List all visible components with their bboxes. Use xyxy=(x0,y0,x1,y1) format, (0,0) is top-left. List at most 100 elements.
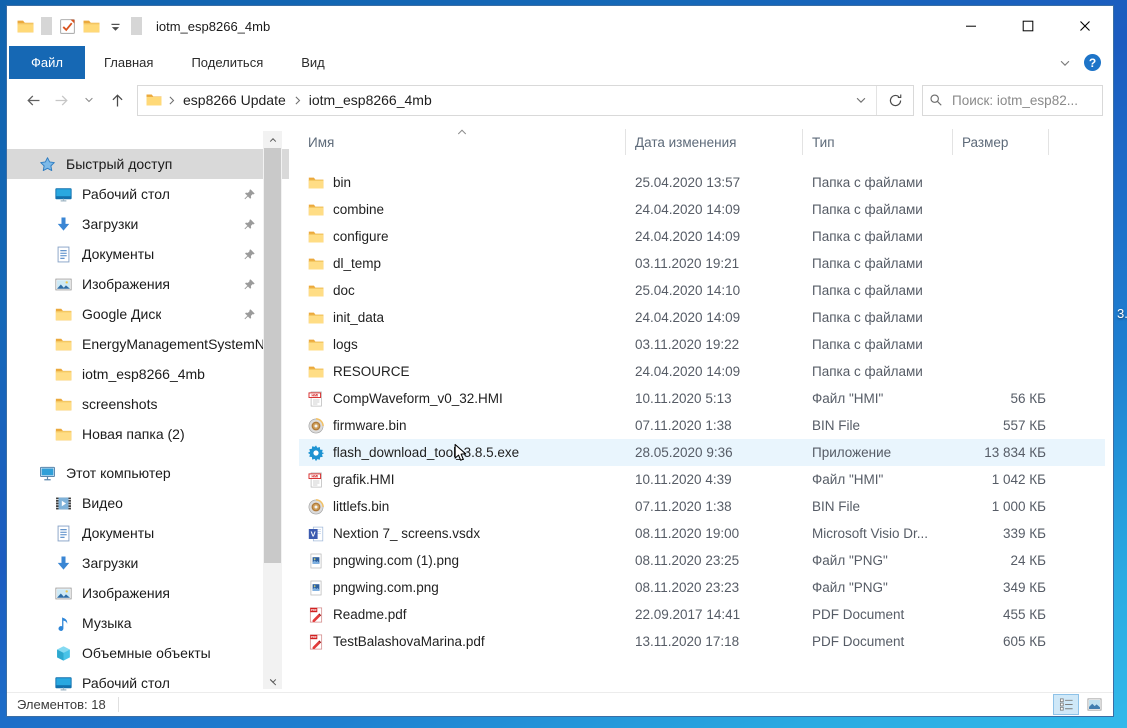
file-row[interactable]: pngwing.com (1).png08.11.2020 23:25Файл … xyxy=(299,547,1105,574)
sidebar-item[interactable]: Google Диск xyxy=(7,299,289,329)
file-type: Папка с файлами xyxy=(803,337,953,352)
downloads-icon xyxy=(55,555,72,572)
file-name: CompWaveform_v0_32.HMI xyxy=(333,391,503,406)
sidebar-item[interactable]: Объемные объекты xyxy=(7,638,289,668)
file-name: dl_temp xyxy=(333,256,381,271)
file-type: Папка с файлами xyxy=(803,364,953,379)
computer-icon xyxy=(39,465,56,482)
3d-objects-icon xyxy=(55,645,72,662)
file-row[interactable]: firmware.bin07.11.2020 1:38BIN File557 К… xyxy=(299,412,1105,439)
folder-icon xyxy=(55,396,72,413)
help-button[interactable]: ? xyxy=(1084,54,1101,71)
scrollbar-thumb[interactable] xyxy=(264,148,281,563)
sidebar-item[interactable]: iotm_esp8266_4mb xyxy=(7,359,289,389)
file-row[interactable]: doc25.04.2020 14:10Папка с файлами xyxy=(299,277,1105,304)
sidebar-item[interactable]: Загрузки xyxy=(7,548,289,578)
breadcrumb-segment[interactable]: esp8266 Update xyxy=(181,92,288,108)
qat-customize-dropdown-icon[interactable] xyxy=(107,18,124,35)
minimize-button[interactable] xyxy=(942,6,999,46)
search-box[interactable] xyxy=(922,85,1103,116)
sidebar-item[interactable]: Видео xyxy=(7,488,289,518)
file-row[interactable]: init_data24.04.2020 14:09Папка с файлами xyxy=(299,304,1105,331)
scroll-up-icon[interactable] xyxy=(263,131,282,148)
address-dropdown-chevron-icon[interactable] xyxy=(846,86,876,115)
file-row[interactable]: bin 25.04.2020 13:57Папка с файлами xyxy=(299,169,1105,196)
main-area: Быстрый доступРабочий столЗагрузкиДокуме… xyxy=(7,121,1113,693)
folder-icon xyxy=(17,18,34,35)
svg-text:PDF: PDF xyxy=(311,608,317,612)
pin-icon xyxy=(243,218,256,231)
tab-home[interactable]: Главная xyxy=(85,46,172,79)
properties-check-icon[interactable] xyxy=(59,18,76,35)
sidebar-item-label: Музыка xyxy=(82,615,132,631)
sidebar-section-quick-access[interactable]: Быстрый доступ xyxy=(7,149,289,179)
file-name: configure xyxy=(333,229,389,244)
file-row[interactable]: dl_temp03.11.2020 19:21Папка с файлами xyxy=(299,250,1105,277)
file-row[interactable]: HMIgrafik.HMI10.11.2020 4:39Файл "HMI"1 … xyxy=(299,466,1105,493)
column-headers: Имя Дата изменения Тип Размер xyxy=(299,129,1049,155)
sidebar-item[interactable]: Рабочий стол xyxy=(7,179,289,209)
column-header-size[interactable]: Размер xyxy=(953,129,1049,155)
disc-file-icon xyxy=(308,499,324,515)
disc-file-icon xyxy=(308,418,324,434)
file-row[interactable]: configure24.04.2020 14:09Папка с файлами xyxy=(299,223,1105,250)
close-button[interactable] xyxy=(1056,6,1113,46)
sidebar-item[interactable]: Документы xyxy=(7,239,289,269)
breadcrumb-chevron-icon xyxy=(165,94,178,107)
sidebar-item[interactable]: Документы xyxy=(7,518,289,548)
file-row[interactable]: combine24.04.2020 14:09Папка с файлами xyxy=(299,196,1105,223)
pictures-icon xyxy=(55,276,72,293)
sidebar-item[interactable]: Загрузки xyxy=(7,209,289,239)
up-button[interactable] xyxy=(103,86,131,114)
column-header-type[interactable]: Тип xyxy=(803,129,953,155)
back-button[interactable] xyxy=(19,86,47,114)
sidebar-item[interactable]: Рабочий стол xyxy=(7,668,289,693)
file-row[interactable]: pngwing.com.png08.11.2020 23:23Файл "PNG… xyxy=(299,574,1105,601)
new-folder-icon[interactable] xyxy=(83,18,100,35)
refresh-button[interactable] xyxy=(876,86,913,115)
sidebar-item[interactable]: Изображения xyxy=(7,578,289,608)
column-header-date[interactable]: Дата изменения xyxy=(626,129,803,155)
file-name: doc xyxy=(333,283,355,298)
file-name: flash_download_tool_3.8.5.exe xyxy=(333,445,519,460)
sidebar-item[interactable]: screenshots xyxy=(7,389,289,419)
file-name: littlefs.bin xyxy=(333,499,389,514)
file-list-rows: bin25.04.2020 13:57Папка с файламиcombin… xyxy=(299,169,1105,655)
breadcrumb-segment[interactable]: iotm_esp8266_4mb xyxy=(307,92,434,108)
file-row[interactable]: PDFTestBalashovaMarina.pdf13.11.2020 17:… xyxy=(299,628,1105,655)
sidebar-item[interactable]: Музыка xyxy=(7,608,289,638)
file-date: 22.09.2017 14:41 xyxy=(626,607,803,622)
sidebar-item[interactable]: Изображения xyxy=(7,269,289,299)
large-icons-view-button[interactable] xyxy=(1081,694,1107,715)
sidebar-item[interactable]: EnergyManagementSystemN xyxy=(7,329,289,359)
file-row[interactable]: littlefs.bin07.11.2020 1:38BIN File1 000… xyxy=(299,493,1105,520)
search-input[interactable] xyxy=(950,92,1096,109)
folder-icon xyxy=(55,366,72,383)
maximize-button[interactable] xyxy=(999,6,1056,46)
file-row[interactable]: HMICompWaveform_v0_32.HMI10.11.2020 5:13… xyxy=(299,385,1105,412)
file-row[interactable]: VNextion 7_ screens.vsdx08.11.2020 19:00… xyxy=(299,520,1105,547)
documents-icon xyxy=(55,525,72,542)
file-row[interactable]: RESOURCE24.04.2020 14:09Папка с файлами xyxy=(299,358,1105,385)
file-name: bin xyxy=(333,175,351,190)
file-date: 25.04.2020 13:57 xyxy=(626,175,803,190)
tab-share[interactable]: Поделиться xyxy=(172,46,282,79)
file-row[interactable]: PDFReadme.pdf22.09.2017 14:41PDF Documen… xyxy=(299,601,1105,628)
file-date: 10.11.2020 5:13 xyxy=(626,391,803,406)
file-row[interactable]: logs03.11.2020 19:22Папка с файлами xyxy=(299,331,1105,358)
address-bar[interactable]: esp8266 Update iotm_esp8266_4mb xyxy=(137,85,914,116)
tab-view[interactable]: Вид xyxy=(282,46,344,79)
file-size: 1 042 КБ xyxy=(953,472,1049,487)
sidebar-section-this-pc[interactable]: Этот компьютер xyxy=(7,458,289,488)
file-date: 10.11.2020 4:39 xyxy=(626,472,803,487)
file-row[interactable]: flash_download_tool_3.8.5.exe28.05.2020 … xyxy=(299,439,1105,466)
sidebar-scrollbar[interactable] xyxy=(263,131,282,689)
file-type: Папка с файлами xyxy=(803,175,953,190)
details-view-button[interactable] xyxy=(1053,694,1079,715)
sidebar-item[interactable]: Новая папка (2) xyxy=(7,419,289,449)
recent-locations-chevron-icon[interactable] xyxy=(75,86,103,114)
forward-button[interactable] xyxy=(47,86,75,114)
scroll-down-icon[interactable] xyxy=(263,672,282,689)
expand-ribbon-chevron-icon[interactable] xyxy=(1058,56,1072,70)
tab-file[interactable]: Файл xyxy=(9,46,85,79)
